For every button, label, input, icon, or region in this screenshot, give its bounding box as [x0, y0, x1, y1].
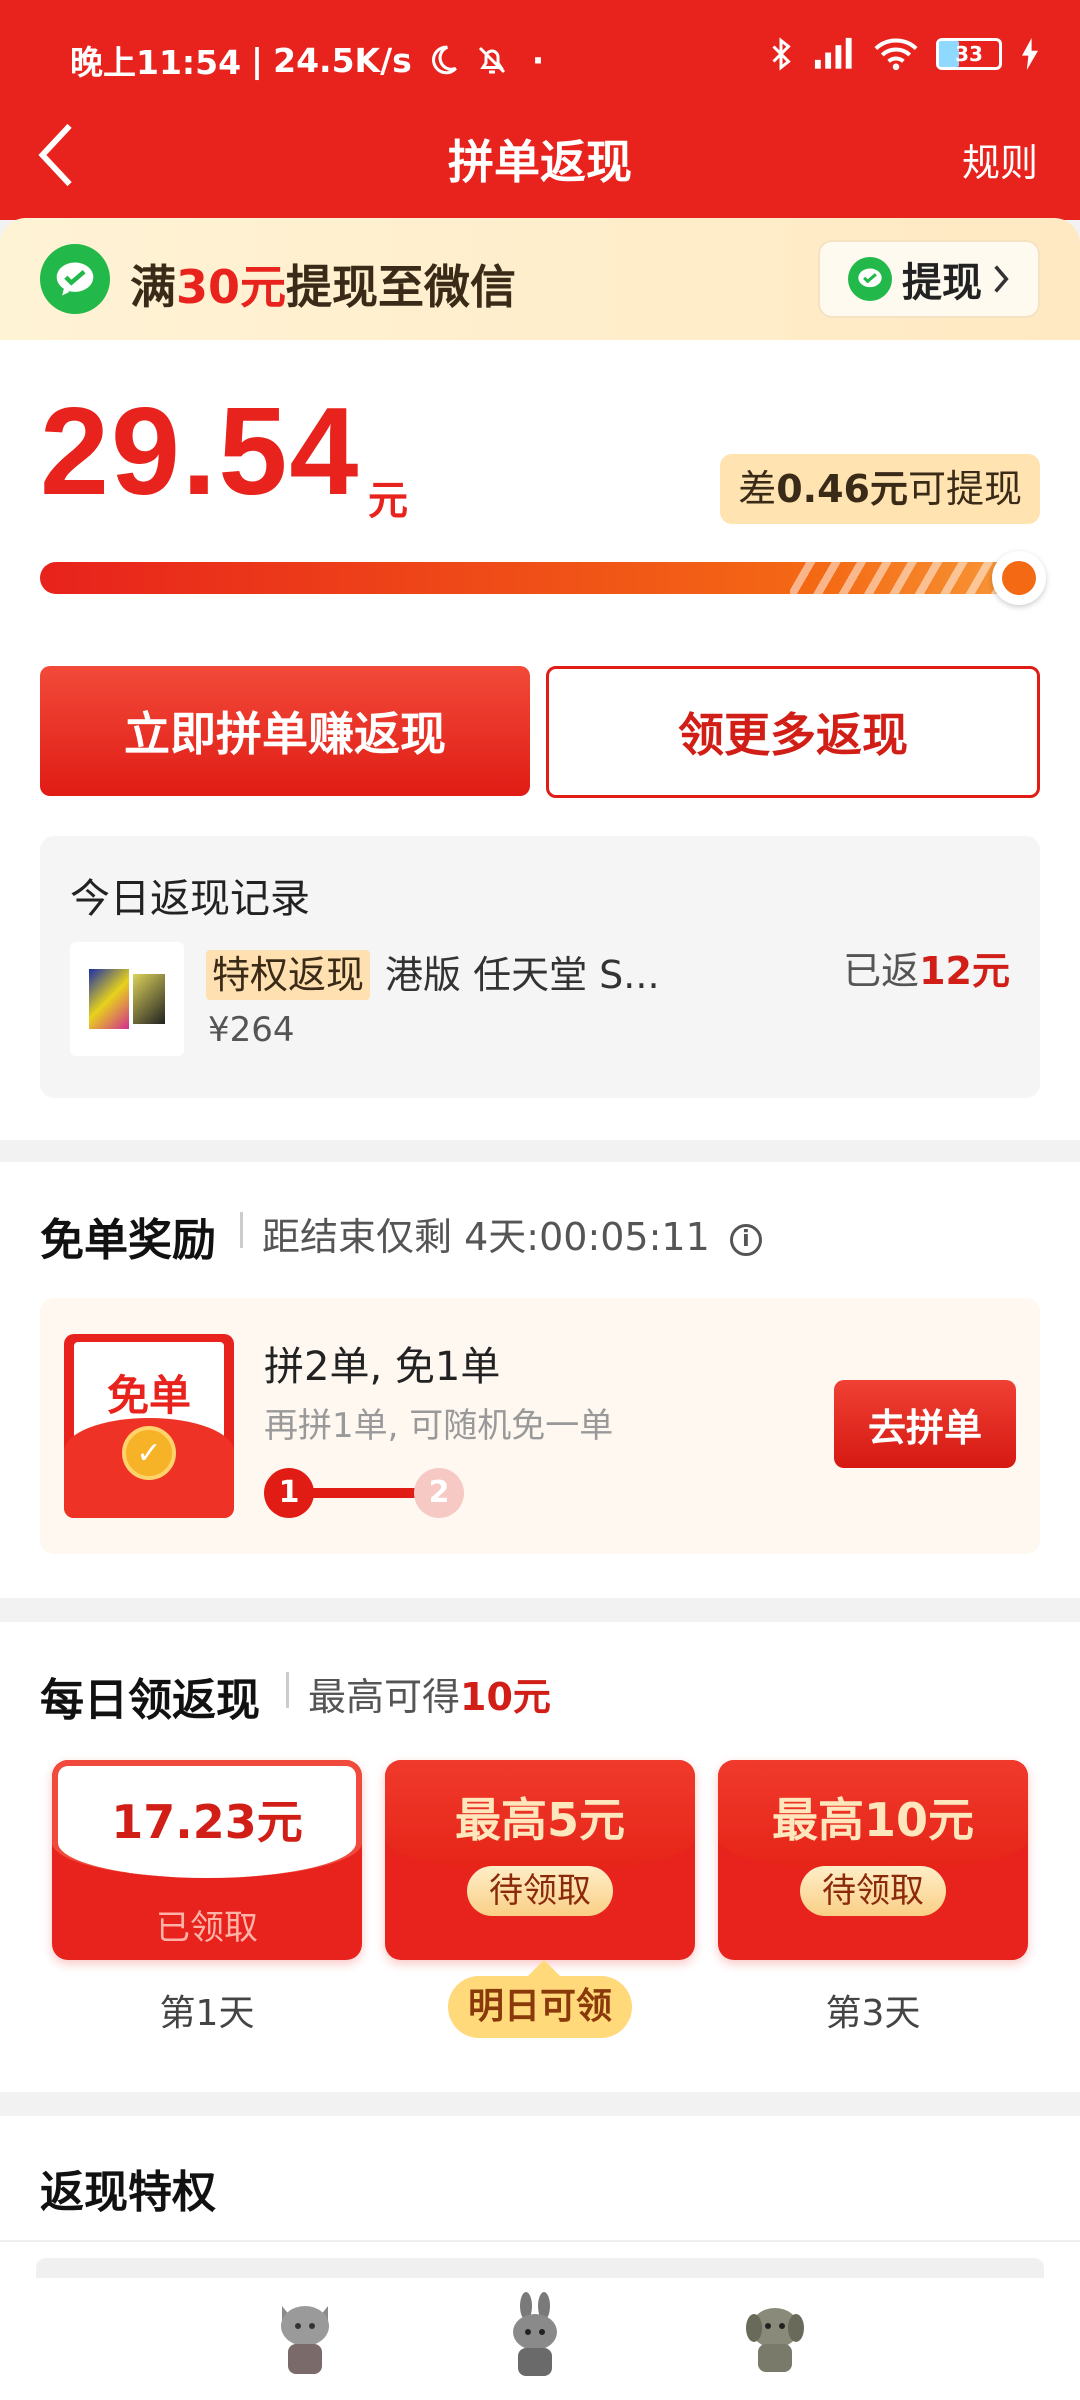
get-more-cashback-button[interactable]: 领更多返现: [546, 666, 1040, 798]
day-3-label: 第3天: [825, 1993, 921, 2034]
day-2-label: 明日可领: [448, 1960, 632, 2038]
free-order-card: 免单 ✓ 拼2单, 免1单 再拼1单, 可随机免一单 1 2 去拼单: [40, 1298, 1040, 1554]
product-name[interactable]: 港版 任天堂 S...: [385, 950, 660, 1000]
product-thumbnail[interactable]: [70, 942, 184, 1056]
status-net-speed: 24.5K/s: [273, 40, 412, 80]
status-dot: ·: [531, 40, 545, 80]
navbar: 拼单返现 规则: [0, 110, 1080, 200]
free-order-headline: 拼2单, 免1单: [264, 1344, 501, 1390]
title-divider: [286, 1672, 289, 1708]
countdown-prefix: 距结束仅剩: [262, 1215, 453, 1259]
battery-icon: 33: [936, 38, 1002, 70]
game-accessory-image: [133, 974, 165, 1024]
returned-value: 12元: [919, 949, 1010, 993]
cashback-privileges-section: 返现特权: [0, 2116, 1080, 2240]
progress-knob: [992, 551, 1046, 605]
free-order-title: 免单奖励: [40, 1215, 216, 1266]
wechat-icon: [40, 244, 110, 314]
check-icon: ✓: [122, 1426, 176, 1480]
remaining-prefix: 差: [738, 467, 777, 511]
rabbit-mascot-icon[interactable]: [500, 2292, 570, 2378]
countdown-value: 4天:00:05:11: [464, 1215, 710, 1259]
day-2-status: 待领取: [467, 1866, 613, 1916]
threshold-amount: 30元: [176, 260, 287, 314]
chevron-right-icon: [994, 265, 1009, 293]
dog-mascot-icon[interactable]: [740, 2292, 810, 2378]
bluetooth-icon: [772, 37, 791, 71]
battery-level: 33: [955, 42, 983, 66]
withdraw-button-label: 提现: [902, 260, 982, 306]
bottom-mascot-strip: [0, 2240, 1080, 2400]
step-line: [304, 1488, 424, 1498]
wifi-icon: [874, 38, 918, 71]
day-2-value: 最高5元: [454, 1793, 625, 1847]
go-group-buy-button[interactable]: 去拼单: [834, 1380, 1016, 1468]
step-1: 1: [264, 1468, 314, 1518]
free-order-section: 免单奖励 距结束仅剩 4天:00:05:11 i 免单 ✓ 拼2单, 免1单 再…: [0, 1162, 1080, 1598]
returned-prefix: 已返: [843, 949, 920, 993]
day-tile-1[interactable]: 17.23元 已领取: [52, 1760, 362, 1960]
daily-cashback-section: 每日领返现 最高可得10元 17.23元 已领取 第1天 最高5元 待领取 明日…: [0, 1622, 1080, 2092]
today-records: 今日返现记录 特权返现 港版 任天堂 S... ¥264 已返12元: [40, 836, 1040, 1098]
wechat-withdraw-banner: 满30元提现至微信 提现: [0, 218, 1080, 340]
daily-max-text: 最高可得10元: [308, 1666, 551, 1721]
daily-title: 每日领返现: [40, 1675, 260, 1726]
balance-amount: 29.54: [40, 383, 361, 521]
day-tile-2[interactable]: 最高5元 待领取: [385, 1760, 695, 1960]
status-bar: 晚上11:54 | 24.5K/s · 33: [0, 0, 1080, 118]
product-price: ¥264: [208, 1010, 295, 1050]
charging-icon: [1022, 38, 1038, 70]
withdraw-progress-bar: [40, 551, 1046, 605]
withdraw-button[interactable]: 提现: [818, 240, 1040, 318]
header: 晚上11:54 | 24.5K/s · 33 拼单返现 规则: [0, 0, 1080, 220]
withdraw-threshold-text: 满30元提现至微信: [130, 251, 516, 317]
privilege-tag: 特权返现: [206, 950, 371, 1000]
bell-off-icon: [478, 46, 505, 74]
day-tile-3[interactable]: 最高10元 待领取: [718, 1760, 1028, 1960]
remaining-badge: 差0.46元可提现: [720, 454, 1040, 524]
game-box-image: [89, 969, 129, 1029]
day-1-label: 第1天: [159, 1993, 255, 2034]
remaining-value: 0.46元: [776, 467, 908, 511]
countdown-text: 距结束仅剩 4天:00:05:11 i: [262, 1206, 762, 1261]
title-divider: [240, 1212, 243, 1248]
order-step-progress: 1 2: [264, 1468, 464, 1520]
wechat-small-icon: [848, 257, 892, 301]
threshold-prefix: 满: [130, 260, 176, 314]
signal-icon: [814, 37, 852, 69]
page-title: 拼单返现: [448, 135, 632, 189]
status-left: 晚上11:54 | 24.5K/s ·: [70, 36, 544, 84]
day-1-status: 已领取: [156, 1908, 258, 1948]
remaining-suffix: 可提现: [907, 467, 1022, 511]
free-order-subline: 再拼1单, 可随机免一单: [264, 1406, 614, 1446]
balance-unit: 元: [368, 478, 408, 524]
info-icon[interactable]: i: [729, 1223, 762, 1256]
status-right: 33: [768, 36, 1040, 72]
privileges-title: 返现特权: [40, 2167, 216, 2218]
day-3-value: 最高10元: [771, 1793, 974, 1847]
step-2: 2: [414, 1468, 464, 1518]
free-order-envelope: 免单 ✓: [64, 1334, 234, 1518]
status-separator: |: [251, 40, 264, 80]
today-records-title: 今日返现记录: [70, 876, 310, 922]
returned-amount: 已返12元: [843, 940, 1010, 995]
cat-mascot-icon[interactable]: [270, 2292, 340, 2378]
group-buy-earn-button[interactable]: 立即拼单赚返现: [40, 666, 530, 796]
day-3-status: 待领取: [800, 1866, 946, 1916]
daily-max-prefix: 最高可得: [308, 1675, 461, 1719]
rules-link[interactable]: 规则: [962, 132, 1038, 187]
progress-stripes: [790, 562, 1010, 594]
balance-card: 29.54 元 差0.46元可提现 立即拼单赚返现 领更多返现 今日返现记录 特…: [0, 340, 1080, 1140]
next-card-peek: [36, 2258, 1044, 2278]
threshold-suffix: 提现至微信: [286, 260, 517, 314]
daily-max-value: 10元: [460, 1675, 551, 1719]
day-1-value: 17.23元: [111, 1795, 303, 1849]
moon-icon: [431, 45, 457, 75]
status-time: 晚上11:54: [70, 43, 242, 82]
